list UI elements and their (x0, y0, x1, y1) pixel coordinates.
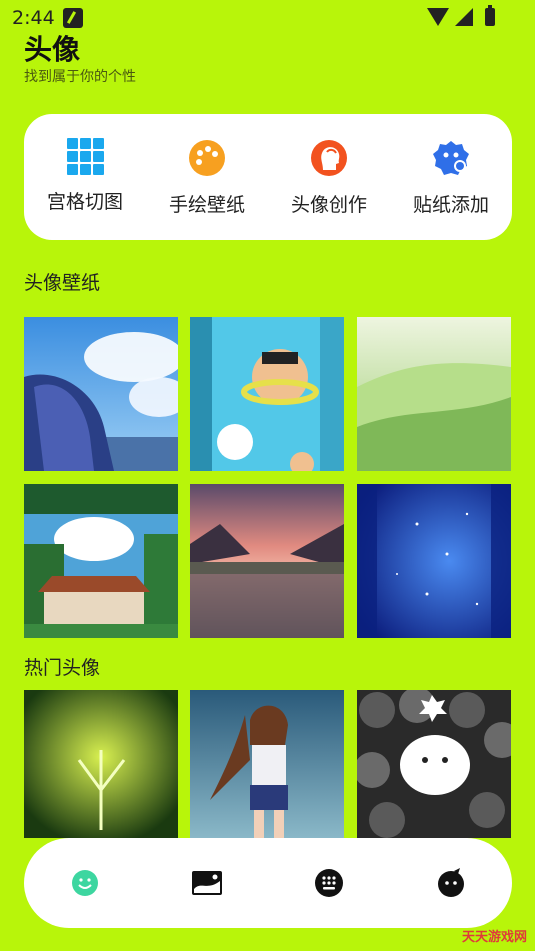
keypad-icon (315, 869, 343, 897)
grid-icon (66, 138, 104, 175)
palette-icon (187, 138, 227, 178)
wallpaper-thumb[interactable] (24, 484, 178, 638)
nav-keypad[interactable] (299, 853, 359, 913)
profile-head-icon (309, 138, 349, 178)
avatar-thumb[interactable] (357, 690, 511, 838)
wallpaper-thumb[interactable] (190, 317, 344, 471)
nav-wallpapers[interactable] (177, 853, 237, 913)
tool-sticker-add[interactable]: 贴纸添加 (390, 114, 512, 240)
battery-icon (485, 5, 495, 26)
status-bar: 2:44 (0, 0, 535, 36)
page-subtitle: 找到属于你的个性 (24, 69, 136, 85)
page-title: 头像 (24, 33, 81, 66)
tools-card: 宫格切图 手绘壁纸 头像创作 贴纸添加 (24, 114, 512, 240)
smiley-icon (72, 870, 98, 896)
image-icon (192, 871, 222, 895)
wallpaper-thumb[interactable] (24, 317, 178, 471)
avatar-thumb[interactable] (24, 690, 178, 838)
avatar-thumb[interactable] (190, 690, 344, 838)
watermark: 天天游戏网 (461, 930, 527, 945)
status-indicators (427, 5, 495, 26)
edit-icon (62, 8, 83, 28)
sticker-face-icon (431, 138, 471, 178)
wallpaper-thumb[interactable] (357, 317, 511, 471)
tool-label: 贴纸添加 (412, 194, 489, 216)
signal-icon (455, 8, 473, 26)
tool-label: 头像创作 (290, 194, 367, 216)
bottom-nav (24, 838, 512, 928)
section-title-wallpapers: 头像壁纸 (24, 272, 101, 294)
section-title-hot: 热门头像 (24, 657, 101, 679)
tool-label: 手绘壁纸 (168, 194, 245, 216)
nav-profile[interactable] (421, 853, 481, 913)
nav-home[interactable] (55, 853, 115, 913)
status-time: 2:44 (12, 7, 55, 29)
wallpaper-thumb[interactable] (357, 484, 511, 638)
tool-avatar-create[interactable]: 头像创作 (268, 114, 390, 240)
tool-label: 宫格切图 (46, 191, 123, 213)
tool-hand-drawn-wallpaper[interactable]: 手绘壁纸 (146, 114, 268, 240)
tool-grid-cut[interactable]: 宫格切图 (24, 114, 146, 240)
face-icon (438, 868, 464, 897)
wifi-icon (427, 8, 449, 26)
wallpaper-thumb[interactable] (190, 484, 344, 638)
